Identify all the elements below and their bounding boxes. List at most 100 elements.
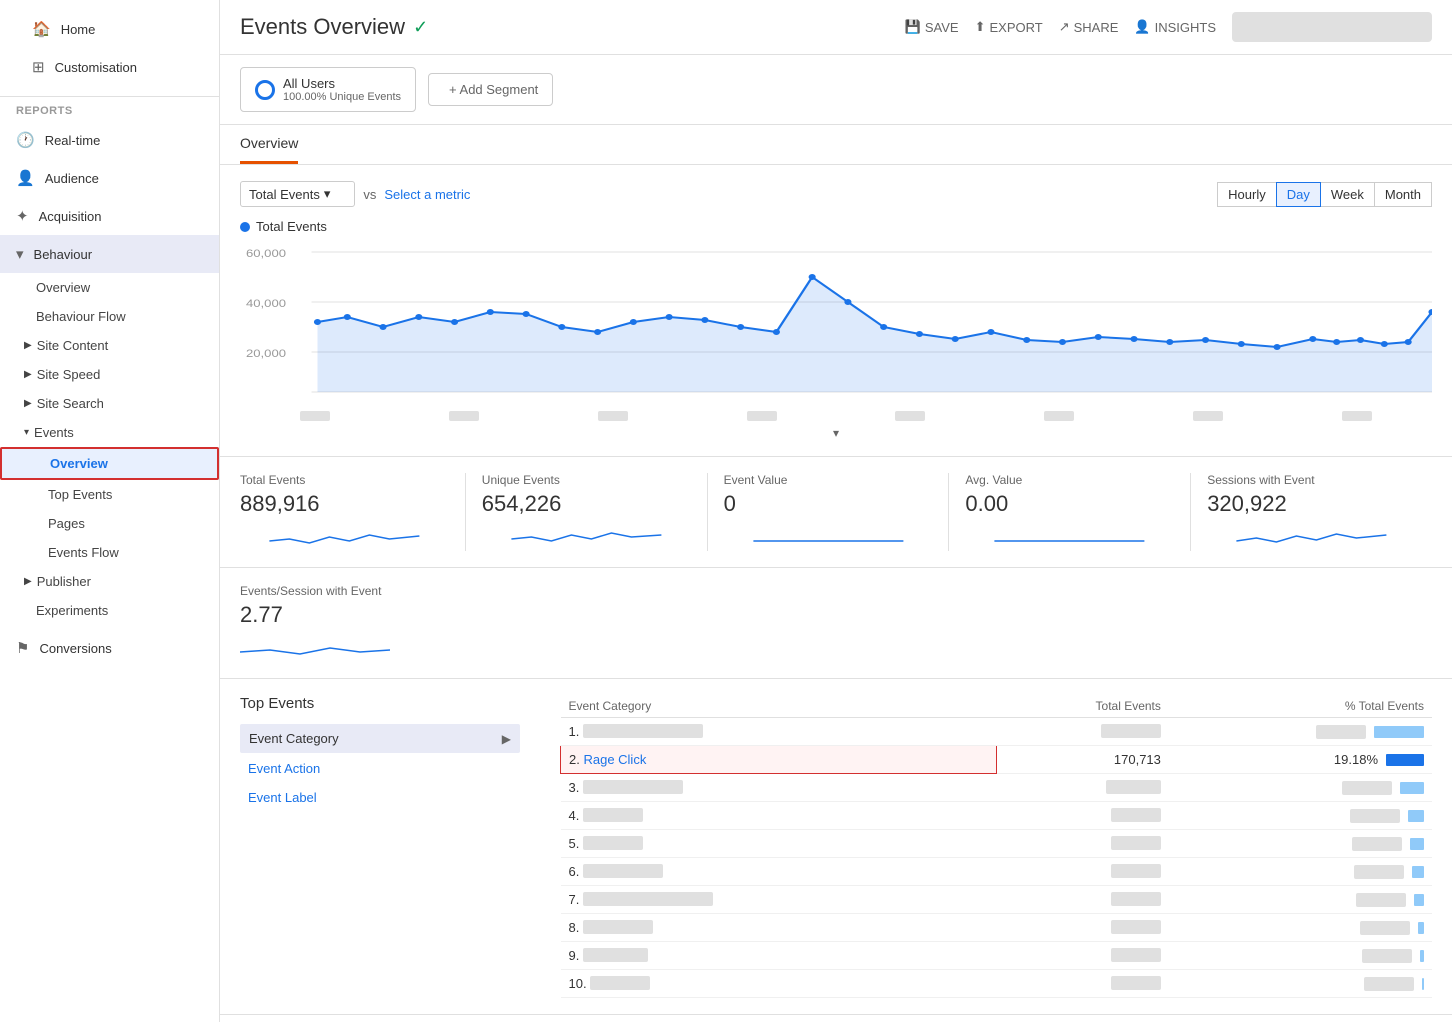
sidebar-sub-site-search[interactable]: ▶ Site Search xyxy=(0,389,219,418)
sidebar-events-flow[interactable]: Events Flow xyxy=(0,538,219,567)
top-events-title: Top Events xyxy=(240,695,520,712)
segment-sub: 100.00% Unique Events xyxy=(283,91,401,103)
expand-icon: ▶ xyxy=(24,398,32,409)
sidebar-item-customisation[interactable]: ⊞ Customisation xyxy=(16,48,203,86)
bar-fill xyxy=(1420,950,1424,962)
sidebar-item-conversions[interactable]: ⚑ Conversions xyxy=(0,629,219,667)
table-row: 4. xyxy=(561,802,1433,830)
save-icon: 💾 xyxy=(905,19,921,35)
behaviour-icon: ▾ xyxy=(16,245,24,263)
filter-event-label[interactable]: Event Label xyxy=(240,784,520,811)
save-button[interactable]: 💾 SAVE xyxy=(905,19,959,35)
filter-event-category-label: Event Category xyxy=(249,731,339,746)
table-row: 6. xyxy=(561,858,1433,886)
metric-avg-value-sparkline xyxy=(965,521,1174,551)
verified-icon: ✓ xyxy=(413,17,428,38)
row-num: 5. xyxy=(561,830,997,858)
row-total xyxy=(996,718,1169,746)
sidebar-item-audience[interactable]: 👤 Audience xyxy=(0,159,219,197)
behaviour-flow-label: Behaviour Flow xyxy=(36,309,126,324)
sidebar-item-acquisition[interactable]: ✦ Acquisition xyxy=(0,197,219,235)
row-total xyxy=(996,830,1169,858)
save-label: SAVE xyxy=(925,20,959,35)
row-num: 8. xyxy=(561,914,997,942)
expand-icon: ▶ xyxy=(24,369,32,380)
filter-event-action[interactable]: Event Action xyxy=(240,755,520,782)
sidebar-top-events[interactable]: Top Events xyxy=(0,480,219,509)
row-num: 3. xyxy=(561,774,997,802)
sidebar-experiments[interactable]: Experiments xyxy=(0,596,219,625)
tab-overview[interactable]: Overview xyxy=(240,125,298,164)
filter-event-label-label: Event Label xyxy=(248,790,317,805)
sidebar-sub-behaviour-flow[interactable]: Behaviour Flow xyxy=(0,302,219,331)
sidebar-publisher[interactable]: ▶ Publisher xyxy=(0,567,219,596)
row-total: 170,713 xyxy=(996,746,1169,774)
all-users-segment[interactable]: All Users 100.00% Unique Events xyxy=(240,67,416,112)
dropdown-arrow: ▾ xyxy=(324,186,331,202)
metric-total-events-label: Total Events xyxy=(240,473,449,487)
row-num: 1. xyxy=(561,718,997,746)
expand-icon: ▶ xyxy=(24,340,32,351)
segments-bar: All Users 100.00% Unique Events + Add Se… xyxy=(220,55,1452,125)
conversions-label: Conversions xyxy=(39,641,111,656)
site-search-label: Site Search xyxy=(37,396,104,411)
sidebar-item-home[interactable]: 🏠 Home xyxy=(16,10,203,48)
top-events-layout: Top Events Event Category ▶ Event Action… xyxy=(240,695,1432,998)
row-total xyxy=(996,802,1169,830)
events-label: Events xyxy=(34,425,74,440)
metric-dropdown[interactable]: Total Events ▾ xyxy=(240,181,355,207)
sidebar-item-behaviour[interactable]: ▾ Behaviour xyxy=(0,235,219,273)
clock-icon: 🕐 xyxy=(16,131,35,149)
main-content: Events Overview ✓ 💾 SAVE ⬆ EXPORT ↗ SHAR… xyxy=(220,0,1452,1022)
legend-label: Total Events xyxy=(256,219,327,234)
sidebar-sub-events[interactable]: ▾ Events xyxy=(0,418,219,447)
sidebar-sub-site-content[interactable]: ▶ Site Content xyxy=(0,331,219,360)
metric-sessions-with-event: Sessions with Event 320,922 xyxy=(1191,473,1432,551)
customisation-icon: ⊞ xyxy=(32,58,45,76)
sidebar-events-overview[interactable]: Overview xyxy=(0,447,219,480)
chart-controls: Total Events ▾ vs Select a metric Hourly… xyxy=(240,181,1432,207)
top-events-label: Top Events xyxy=(48,487,112,502)
add-segment-button[interactable]: + Add Segment xyxy=(428,73,553,106)
date-axis xyxy=(240,407,1432,421)
bar-fill xyxy=(1400,782,1424,794)
bar-cell xyxy=(1177,809,1424,823)
row-total xyxy=(996,914,1169,942)
time-btn-month[interactable]: Month xyxy=(1374,182,1432,207)
view-full-report-link[interactable]: view full report xyxy=(220,1014,1452,1022)
overview-tab-bar: Overview xyxy=(220,125,1452,165)
select-metric-link[interactable]: Select a metric xyxy=(384,187,470,202)
row-num: 9. xyxy=(561,942,997,970)
sidebar-sub-site-speed[interactable]: ▶ Site Speed xyxy=(0,360,219,389)
time-btn-day[interactable]: Day xyxy=(1276,182,1321,207)
time-btn-week[interactable]: Week xyxy=(1320,182,1375,207)
table-row: 3. xyxy=(561,774,1433,802)
svg-text:20,000: 20,000 xyxy=(246,347,286,360)
segment-circle xyxy=(255,80,275,100)
sidebar-sub-overview[interactable]: Overview xyxy=(0,273,219,302)
events-flow-label: Events Flow xyxy=(48,545,119,560)
rage-click-link[interactable]: Rage Click xyxy=(583,752,646,767)
bar-fill xyxy=(1410,838,1424,850)
row-pct xyxy=(1169,914,1432,942)
row-total xyxy=(996,774,1169,802)
row-pct xyxy=(1169,802,1432,830)
row-pct xyxy=(1169,886,1432,914)
bar-cell xyxy=(1177,725,1424,739)
chart-container: 60,000 40,000 20,000 xyxy=(240,242,1432,440)
bar-cell xyxy=(1177,921,1424,935)
share-button[interactable]: ↗ SHARE xyxy=(1059,19,1119,35)
metric-select: Total Events ▾ vs Select a metric xyxy=(240,181,470,207)
filter-event-category[interactable]: Event Category ▶ xyxy=(240,724,520,753)
table-row: 5. xyxy=(561,830,1433,858)
row-pct xyxy=(1169,858,1432,886)
segment-info: All Users 100.00% Unique Events xyxy=(283,76,401,103)
sidebar-pages[interactable]: Pages xyxy=(0,509,219,538)
export-button[interactable]: ⬆ EXPORT xyxy=(975,19,1043,35)
row-num: 10. xyxy=(561,970,997,998)
insights-button[interactable]: 👤 INSIGHTS xyxy=(1134,19,1216,35)
metric-unique-events: Unique Events 654,226 xyxy=(466,473,708,551)
chart-toggle[interactable]: ▾ xyxy=(240,425,1432,440)
sidebar-item-realtime[interactable]: 🕐 Real-time xyxy=(0,121,219,159)
time-btn-hourly[interactable]: Hourly xyxy=(1217,182,1277,207)
